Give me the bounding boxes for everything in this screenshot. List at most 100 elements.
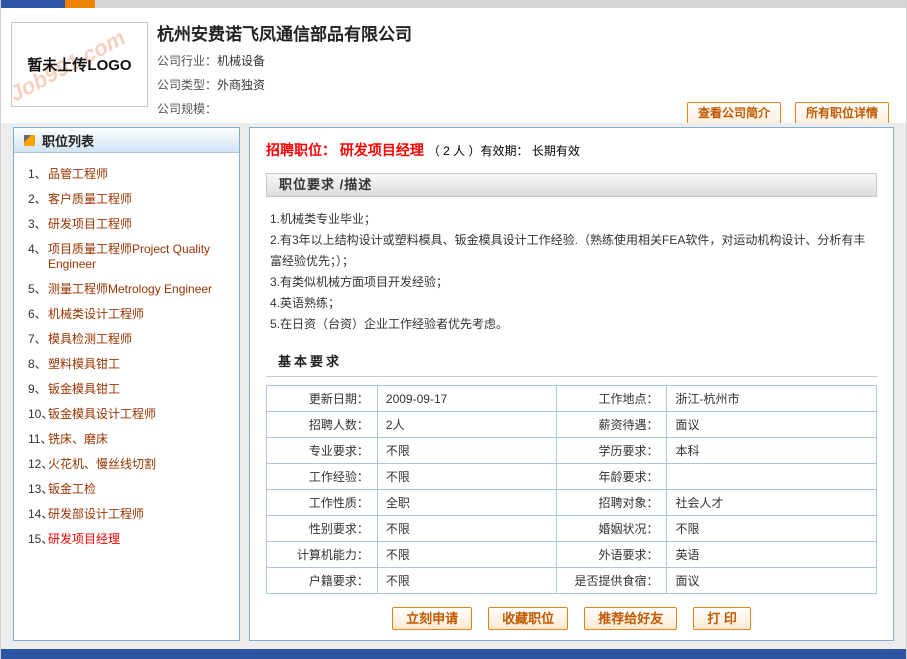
job-list-item: 3、研发项目工程师 bbox=[20, 212, 233, 237]
job-link[interactable]: 项目质量工程师Project Quality Engineer bbox=[48, 242, 233, 272]
job-link[interactable]: 火花机、慢丝线切割 bbox=[48, 457, 156, 472]
req-value: 不限 bbox=[377, 516, 556, 542]
job-list-item-active: 15、研发项目经理 bbox=[20, 527, 233, 552]
job-number: 4、 bbox=[20, 242, 48, 272]
job-list-item: 13、钣金工检 bbox=[20, 477, 233, 502]
apply-now-button[interactable]: 立刻申请 bbox=[392, 607, 472, 630]
job-headcount: （ 2 人 ） bbox=[428, 144, 481, 158]
job-link[interactable]: 研发项目经理 bbox=[48, 532, 120, 547]
req-label: 性别要求： bbox=[267, 516, 378, 542]
job-number: 15、 bbox=[20, 532, 48, 547]
job-link[interactable]: 研发项目工程师 bbox=[48, 217, 132, 232]
topbar-gray-segment bbox=[95, 0, 906, 8]
table-row: 工作经验： 不限 年龄要求： bbox=[267, 464, 877, 490]
requirements-section-header: 职位要求 /描述 bbox=[266, 173, 877, 197]
req-label: 婚姻状况： bbox=[556, 516, 667, 542]
req-label: 学历要求： bbox=[556, 438, 667, 464]
job-list-title: 职位列表 bbox=[42, 131, 94, 150]
print-button[interactable]: 打 印 bbox=[693, 607, 751, 630]
job-link[interactable]: 客户质量工程师 bbox=[48, 192, 132, 207]
req-value: 不限 bbox=[377, 464, 556, 490]
job-link[interactable]: 铣床、磨床 bbox=[48, 432, 108, 447]
req-value: 不限 bbox=[667, 516, 877, 542]
job-link[interactable]: 研发部设计工程师 bbox=[48, 507, 144, 522]
job-list-item: 10、钣金模具设计工程师 bbox=[20, 402, 233, 427]
job-number: 8、 bbox=[20, 357, 48, 372]
save-job-button[interactable]: 收藏职位 bbox=[488, 607, 568, 630]
company-logo-placeholder: Job991.com 暂未上传LOGO bbox=[11, 22, 148, 107]
table-row: 更新日期： 2009-09-17 工作地点： 浙江-杭州市 bbox=[267, 386, 877, 412]
job-title-label: 招聘职位： bbox=[266, 142, 336, 158]
topbar-orange-segment bbox=[65, 0, 95, 8]
job-list-item: 1、品管工程师 bbox=[20, 162, 233, 187]
list-bullet-icon bbox=[24, 135, 35, 146]
job-link[interactable]: 机械类设计工程师 bbox=[48, 307, 144, 322]
view-company-profile-button[interactable]: 查看公司简介 bbox=[687, 102, 781, 124]
job-detail-panel: 招聘职位： 研发项目经理 （ 2 人 ）有效期： 长期有效 职位要求 /描述 1… bbox=[249, 127, 894, 641]
job-link[interactable]: 品管工程师 bbox=[48, 167, 108, 182]
req-value bbox=[667, 464, 877, 490]
company-industry-field: 公司行业：机械设备 bbox=[157, 52, 265, 69]
req-value: 英语 bbox=[667, 542, 877, 568]
req-label: 薪资待遇： bbox=[556, 412, 667, 438]
req-value: 2009-09-17 bbox=[377, 386, 556, 412]
job-list-item: 11、铣床、磨床 bbox=[20, 427, 233, 452]
job-list-item: 9、钣金模具钳工 bbox=[20, 377, 233, 402]
job-link[interactable]: 钣金模具设计工程师 bbox=[48, 407, 156, 422]
company-header: Job991.com 暂未上传LOGO 杭州安费诺飞凤通信部品有限公司 公司行业… bbox=[1, 8, 906, 123]
job-list-item: 12、火花机、慢丝线切割 bbox=[20, 452, 233, 477]
description-line: 3.有类似机械方面项目开发经验； bbox=[270, 272, 873, 293]
company-name: 杭州安费诺飞凤通信部品有限公司 bbox=[157, 20, 412, 45]
req-label: 工作性质： bbox=[267, 490, 378, 516]
description-line: 1.机械类专业毕业； bbox=[270, 209, 873, 230]
job-link[interactable]: 钣金模具钳工 bbox=[48, 382, 120, 397]
action-buttons-row: 立刻申请 收藏职位 推荐给好友 打 印 bbox=[266, 607, 877, 630]
job-list-item: 5、测量工程师Metrology Engineer bbox=[20, 277, 233, 302]
req-value: 本科 bbox=[667, 438, 877, 464]
job-description: 1.机械类专业毕业； 2.有3年以上结构设计或塑料模具、钣金模具设计工作经验.（… bbox=[270, 209, 873, 335]
description-line: 2.有3年以上结构设计或塑料模具、钣金模具设计工作经验.（熟练使用相关FEA软件… bbox=[270, 230, 873, 272]
topbar-blue-segment bbox=[1, 0, 65, 8]
job-number: 10、 bbox=[20, 407, 48, 422]
job-number: 7、 bbox=[20, 332, 48, 347]
recommend-to-friend-button[interactable]: 推荐给好友 bbox=[584, 607, 677, 630]
logo-placeholder-text: 暂未上传LOGO bbox=[27, 54, 131, 75]
req-label: 专业要求： bbox=[267, 438, 378, 464]
type-value: 外商独资 bbox=[217, 78, 265, 92]
job-number: 9、 bbox=[20, 382, 48, 397]
req-label: 工作地点： bbox=[556, 386, 667, 412]
req-label: 是否提供食宿： bbox=[556, 568, 667, 594]
job-link[interactable]: 测量工程师Metrology Engineer bbox=[48, 282, 212, 297]
req-value: 全职 bbox=[377, 490, 556, 516]
job-link[interactable]: 模具检测工程师 bbox=[48, 332, 132, 347]
req-value: 面议 bbox=[667, 412, 877, 438]
bottom-bar bbox=[1, 649, 906, 659]
job-list-item: 7、模具检测工程师 bbox=[20, 327, 233, 352]
req-label: 外语要求： bbox=[556, 542, 667, 568]
table-row: 招聘人数： 2人 薪资待遇： 面议 bbox=[267, 412, 877, 438]
industry-value: 机械设备 bbox=[217, 54, 265, 68]
job-link[interactable]: 塑料模具钳工 bbox=[48, 357, 120, 372]
job-number: 2、 bbox=[20, 192, 48, 207]
validity-label: 有效期： bbox=[480, 144, 528, 158]
job-link[interactable]: 钣金工检 bbox=[48, 482, 96, 497]
req-value: 浙江-杭州市 bbox=[667, 386, 877, 412]
job-list-item: 2、客户质量工程师 bbox=[20, 187, 233, 212]
basic-requirements-header: 基本要求 bbox=[266, 351, 877, 377]
req-label: 计算机能力： bbox=[267, 542, 378, 568]
job-number: 14、 bbox=[20, 507, 48, 522]
description-line: 4.英语熟练； bbox=[270, 293, 873, 314]
all-jobs-button[interactable]: 所有职位详情 bbox=[795, 102, 889, 124]
req-label: 招聘对象： bbox=[556, 490, 667, 516]
req-label: 工作经验： bbox=[267, 464, 378, 490]
company-scale-field: 公司规模： bbox=[157, 100, 217, 117]
job-number: 13、 bbox=[20, 482, 48, 497]
basic-requirements-table: 更新日期： 2009-09-17 工作地点： 浙江-杭州市 招聘人数： 2人 薪… bbox=[266, 385, 877, 594]
job-list-item: 8、塑料模具钳工 bbox=[20, 352, 233, 377]
company-type-field: 公司类型：外商独资 bbox=[157, 76, 265, 93]
job-list-item: 6、机械类设计工程师 bbox=[20, 302, 233, 327]
table-row: 工作性质： 全职 招聘对象： 社会人才 bbox=[267, 490, 877, 516]
job-list: 1、品管工程师 2、客户质量工程师 3、研发项目工程师 4、项目质量工程师Pro… bbox=[14, 153, 239, 561]
validity-value: 长期有效 bbox=[528, 144, 579, 158]
table-row: 户籍要求： 不限 是否提供食宿： 面议 bbox=[267, 568, 877, 594]
